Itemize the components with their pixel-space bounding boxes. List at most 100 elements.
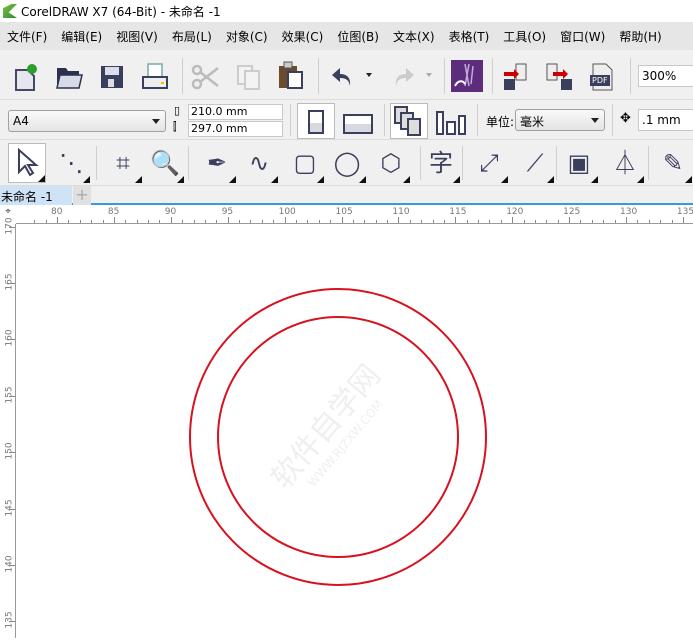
shape-tool-icon: ⋱	[59, 149, 83, 177]
ruler-label: 135	[4, 611, 15, 629]
undo-dropdown-icon[interactable]	[366, 73, 372, 80]
ruler-label: 165	[4, 273, 15, 291]
flyout-indicator	[38, 175, 45, 182]
flyout-indicator	[83, 176, 90, 183]
drop-shadow-tool-button[interactable]: ▣	[560, 145, 598, 183]
ruler-label: 115	[449, 207, 467, 217]
print-icon[interactable]	[140, 62, 170, 92]
connector-tool-button[interactable]: ⟋	[516, 145, 554, 183]
corel-connect-icon[interactable]	[451, 60, 483, 92]
ruler-label: 135	[676, 207, 693, 217]
ruler-label: 110	[392, 207, 410, 217]
flyout-indicator	[637, 176, 644, 183]
menu-item[interactable]: 窗口(W)	[553, 28, 612, 45]
menu-item[interactable]: 效果(C)	[275, 28, 331, 45]
watermark: 软件自学网 WWW.RJZXW.COM	[265, 358, 388, 495]
import-icon[interactable]	[502, 62, 532, 92]
transparency-tool-button[interactable]: ⏃	[606, 145, 644, 183]
drawing-canvas[interactable]: 软件自学网 WWW.RJZXW.COM	[17, 225, 693, 638]
artistic-media-button[interactable]: ∿	[240, 145, 278, 183]
menu-item[interactable]: 视图(V)	[109, 28, 165, 45]
eyedropper-tool-button[interactable]: ✎	[654, 145, 692, 183]
new-document-icon[interactable]	[12, 62, 42, 92]
menu-item[interactable]: 文本(X)	[386, 28, 442, 45]
pick-tool-button[interactable]	[8, 143, 46, 183]
all-pages-button[interactable]	[390, 103, 428, 139]
coreldraw-logo-icon	[3, 4, 17, 18]
add-tab-button[interactable]: +	[73, 186, 91, 205]
menu-item[interactable]: 对象(C)	[219, 28, 275, 45]
landscape-button[interactable]	[343, 114, 373, 134]
vertical-ruler[interactable]: 170165160155150145140135	[0, 217, 16, 638]
zoom-level-field[interactable]: 300%	[638, 65, 693, 87]
portrait-button[interactable]	[297, 103, 335, 139]
ruler-label: 90	[164, 207, 177, 217]
page-width-value: 210.0 mm	[191, 105, 248, 118]
page-height-field[interactable]: 297.0 mm	[188, 121, 283, 137]
ruler-label: 145	[4, 499, 15, 517]
window-title: CorelDRAW X7 (64-Bit) - 未命名 -1	[21, 4, 221, 19]
menu-item[interactable]: 表格(T)	[442, 28, 497, 45]
flyout-indicator	[229, 176, 236, 183]
polygon-tool-button[interactable]: ⬡	[372, 145, 410, 183]
dimension-tool-icon: ⤢	[479, 149, 499, 177]
menu-item[interactable]: 帮助(H)	[612, 28, 668, 45]
flyout-indicator	[547, 176, 554, 183]
connector-tool-icon: ⟋	[526, 149, 544, 177]
dimension-tool-button[interactable]: ⤢	[470, 145, 508, 183]
chevron-down-icon	[591, 118, 599, 127]
current-page-icon[interactable]	[435, 110, 471, 136]
pen-tool-button[interactable]: ✒	[198, 145, 236, 183]
menu-item[interactable]: 编辑(E)	[54, 28, 109, 45]
ruler-label: 80	[51, 207, 63, 217]
units-label: 单位:	[486, 115, 515, 129]
save-icon[interactable]	[97, 62, 127, 92]
artistic-media-icon: ∿	[248, 149, 270, 177]
crop-tool-button[interactable]: ⌗	[104, 145, 142, 183]
redo-icon[interactable]	[388, 62, 418, 92]
chevron-down-icon	[152, 119, 160, 128]
page-width-field[interactable]: 210.0 mm	[188, 104, 283, 120]
eyedropper-tool-icon: ✎	[662, 149, 684, 177]
export-icon[interactable]	[545, 62, 575, 92]
tab-document[interactable]: 未命名 -1	[0, 186, 72, 205]
title-bar: CorelDRAW X7 (64-Bit) - 未命名 -1	[0, 0, 693, 22]
paste-icon[interactable]	[276, 60, 306, 90]
nudge-distance-field[interactable]: .1 mm	[638, 109, 693, 131]
flyout-indicator	[685, 176, 692, 183]
cut-icon[interactable]	[190, 62, 220, 92]
ruler-label: 150	[4, 442, 15, 460]
page-size-select[interactable]: A4	[8, 110, 166, 132]
horizontal-ruler[interactable]: 80 85 90 95 100 105 110 115 120 125 130 135	[16, 207, 693, 224]
shape-tool-button[interactable]: ⋱	[52, 145, 90, 183]
ruler-label: 100	[278, 207, 296, 217]
text-tool-button[interactable]: 字	[422, 145, 460, 183]
flyout-indicator	[359, 176, 366, 183]
redo-dropdown-icon[interactable]	[426, 73, 432, 80]
zoom-tool-button[interactable]: 🔍	[146, 145, 184, 183]
rectangle-tool-button[interactable]: ▢	[286, 145, 324, 183]
menu-item[interactable]: 工具(O)	[496, 28, 553, 45]
ellipse-tool-icon: ◯	[333, 149, 361, 177]
ruler-label: 95	[221, 207, 234, 217]
document-tab-bar: 未命名 -1 +	[0, 186, 693, 205]
transparency-tool-icon: ⏃	[613, 149, 637, 177]
drop-shadow-tool-icon: ▣	[567, 149, 591, 177]
units-select[interactable]: 毫米	[515, 109, 605, 131]
pdf-export-icon[interactable]: PDF	[588, 62, 620, 92]
menu-item[interactable]: 位图(B)	[330, 28, 386, 45]
units-value: 毫米	[520, 115, 545, 129]
flyout-indicator	[453, 176, 460, 183]
zoom-tool-icon: 🔍	[150, 149, 180, 177]
copy-icon[interactable]	[234, 62, 264, 92]
portrait-icon	[308, 110, 324, 134]
flyout-indicator	[135, 176, 142, 183]
undo-icon[interactable]	[328, 62, 358, 92]
width-icon: ▯	[174, 104, 181, 117]
open-folder-icon[interactable]	[54, 62, 84, 92]
ruler-label: 85	[107, 207, 120, 217]
menu-item[interactable]: 文件(F)	[0, 28, 54, 45]
menu-item[interactable]: 布局(L)	[165, 28, 219, 45]
flyout-indicator	[271, 176, 278, 183]
ellipse-tool-button[interactable]: ◯	[328, 145, 366, 183]
